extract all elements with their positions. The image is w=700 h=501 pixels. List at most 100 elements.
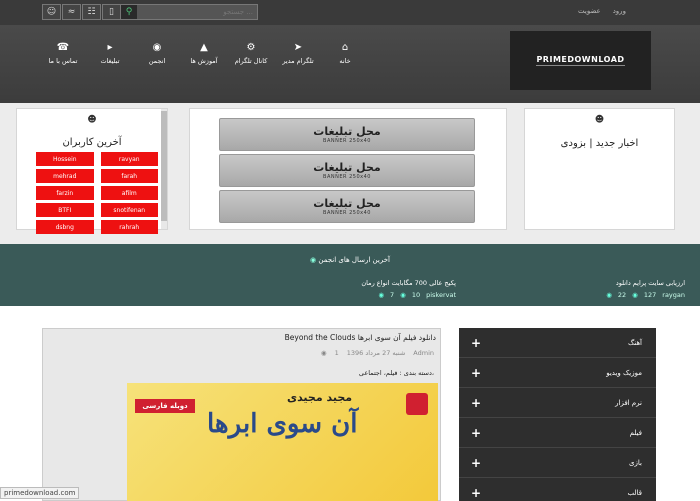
category-label: بازی	[629, 458, 642, 467]
category-label: قالب	[627, 488, 643, 497]
top-bar: ☺ ≈ ☷ ▯ ⚲ عضویت ورود	[0, 0, 700, 25]
paper-plane-icon: ➤	[293, 41, 303, 53]
search-input[interactable]	[137, 5, 257, 19]
search-icon[interactable]: ⚲	[121, 5, 137, 19]
scrollbar-thumb[interactable]	[161, 111, 167, 221]
nav-label: تبلیغات	[100, 56, 120, 65]
plus-icon: +	[471, 365, 482, 380]
ads-panel: محل تبلیغات BANNER 250x40 محل تبلیغات BA…	[189, 108, 507, 230]
post-meta: ◉ 7 ◉ 10 piskervat	[361, 291, 456, 299]
top-icons: ☺ ≈ ☷ ▯	[42, 4, 122, 20]
user-tag[interactable]: farah	[100, 169, 158, 183]
rss-icon[interactable]: ≈	[62, 4, 81, 20]
user-icon[interactable]: ☺	[42, 4, 61, 20]
plus-icon: +	[471, 395, 482, 410]
article-category: دسته بندی : فیلم، اجتماعی،	[358, 369, 434, 377]
user-tag[interactable]: BTFI	[36, 203, 94, 217]
category-item[interactable]: + قالب	[459, 478, 656, 501]
main-nav: ☎ تماس با ما ▸ تبلیغات ◉ انجمن ▲ آموزش ها ⚙ ک…	[40, 33, 369, 73]
category-label: نرم افزار	[615, 398, 642, 407]
ad-sub: BANNER 250x40	[323, 138, 371, 144]
login-link[interactable]: ورود	[613, 7, 626, 15]
register-link[interactable]: عضویت	[578, 7, 601, 15]
comments-icon: ◉	[310, 256, 317, 264]
poster-logo	[406, 393, 428, 415]
ad-label: محل تبلیغات	[313, 161, 381, 174]
nav-label: خانه	[339, 56, 351, 65]
views-icon: ◉	[378, 291, 384, 299]
category-item[interactable]: + موزیک ویدیو	[459, 358, 656, 388]
user-tag[interactable]: Hossein	[36, 152, 94, 166]
nav-tutorials[interactable]: ▲ آموزش ها	[181, 33, 227, 73]
search-box: ⚲	[120, 4, 258, 20]
mobile-icon[interactable]: ▯	[102, 4, 121, 20]
nav-home[interactable]: ⌂ خانه	[322, 33, 368, 73]
news-panel: ☻ اخبار جدید | بزودی	[524, 108, 675, 230]
user-tag[interactable]: farzin	[36, 186, 94, 200]
ad-banner[interactable]: محل تبلیغات BANNER 250x40	[219, 190, 475, 223]
category-label: آهنگ	[627, 338, 642, 347]
article-date: شنبه 27 مرداد 1396	[346, 349, 406, 357]
post-replies: 10	[411, 291, 421, 299]
ad-sub: BANNER 250x40	[323, 210, 371, 216]
user-tag[interactable]: dsbng	[36, 220, 94, 234]
category-item[interactable]: + فیلم	[459, 418, 656, 448]
article-card: دانلود فیلم آن سوی ابرها Beyond the Clou…	[42, 328, 441, 501]
post-author[interactable]: raygan	[662, 291, 685, 299]
nav-ads[interactable]: ▸ تبلیغات	[87, 33, 133, 73]
comments-icon: ◉	[320, 349, 327, 357]
comments-icon: ◉	[152, 41, 162, 53]
post-meta: ◉ 22 ◉ 127 raygan	[606, 291, 685, 299]
replies-icon: ◉	[400, 291, 406, 299]
nav-label: انجمن	[148, 56, 166, 65]
category-label: موزیک ویدیو	[606, 368, 642, 377]
nav-telegram-admin[interactable]: ➤ تلگرام مدیر	[275, 33, 321, 73]
user-tag[interactable]: ravyan	[100, 152, 158, 166]
forum-post[interactable]: پکیج عالی 700 مگابایت انواع رمان ◉ 7 ◉ 10 …	[361, 279, 456, 299]
article-author[interactable]: Admin	[413, 349, 434, 357]
category-item[interactable]: + آهنگ	[459, 328, 656, 358]
ad-banner[interactable]: محل تبلیغات BANNER 250x40	[219, 154, 475, 187]
nav-label: آموزش ها	[190, 56, 218, 65]
forum-heading-text: آخرین ارسال های انجمن	[318, 256, 390, 264]
plus-icon: +	[471, 485, 482, 500]
cogs-icon: ⚙	[246, 41, 256, 53]
logo-text: PRIMEDOWNLOAD	[536, 55, 625, 66]
news-title: اخبار جدید | بزودی	[560, 138, 639, 149]
category-label: فیلم	[629, 428, 642, 437]
nav-forum[interactable]: ◉ انجمن	[134, 33, 180, 73]
nav-telegram-channel[interactable]: ⚙ کانال تلگرام	[228, 33, 274, 73]
ad-label: محل تبلیغات	[313, 197, 381, 210]
users-title: آخرین کاربران	[62, 137, 122, 148]
users-scrollbar[interactable]	[161, 109, 167, 229]
users-icon: ☻	[594, 115, 605, 125]
post-title[interactable]: ارزیابی سایت پرایم دانلود	[606, 279, 685, 287]
article-meta: ◉ 1 شنبه 27 مرداد 1396 Admin	[321, 349, 434, 357]
poster-title: آن سوی ابرها	[207, 409, 358, 439]
plus-icon: +	[471, 335, 482, 350]
article-title[interactable]: دانلود فیلم آن سوی ابرها Beyond the Clou…	[285, 333, 436, 342]
forum-post[interactable]: ارزیابی سایت پرایم دانلود ◉ 22 ◉ 127 rayga…	[606, 279, 685, 299]
category-item[interactable]: + نرم افزار	[459, 388, 656, 418]
ad-banner[interactable]: محل تبلیغات BANNER 250x40	[219, 118, 475, 151]
forum-latest-posts: ◉ آخرین ارسال های انجمن ارزیابی سایت پرا…	[0, 244, 700, 306]
category-item[interactable]: + بازی	[459, 448, 656, 478]
user-tag[interactable]: mehrad	[36, 169, 94, 183]
user-tag[interactable]: snotifenan	[100, 203, 158, 217]
nav-label: تماس با ما	[48, 56, 78, 65]
user-tag[interactable]: afilm	[100, 186, 158, 200]
plus-icon: +	[471, 455, 482, 470]
post-author[interactable]: piskervat	[426, 291, 456, 299]
plus-icon: +	[471, 425, 482, 440]
nav-contact[interactable]: ☎ تماس با ما	[40, 33, 86, 73]
ad-sub: BANNER 250x40	[323, 174, 371, 180]
post-title[interactable]: پکیج عالی 700 مگابایت انواع رمان	[361, 279, 456, 287]
movie-poster[interactable]: دوبله فارسی مجید مجیدی آن سوی ابرها	[127, 383, 438, 501]
forum-heading: ◉ آخرین ارسال های انجمن	[0, 256, 700, 264]
site-logo[interactable]: PRIMEDOWNLOAD	[510, 31, 651, 90]
sitemap-icon[interactable]: ☷	[82, 4, 101, 20]
dubbed-badge: دوبله فارسی	[135, 399, 195, 413]
user-tag[interactable]: rahrah	[100, 220, 158, 234]
views-icon: ◉	[606, 291, 612, 299]
auth-links: عضویت ورود	[578, 7, 626, 15]
